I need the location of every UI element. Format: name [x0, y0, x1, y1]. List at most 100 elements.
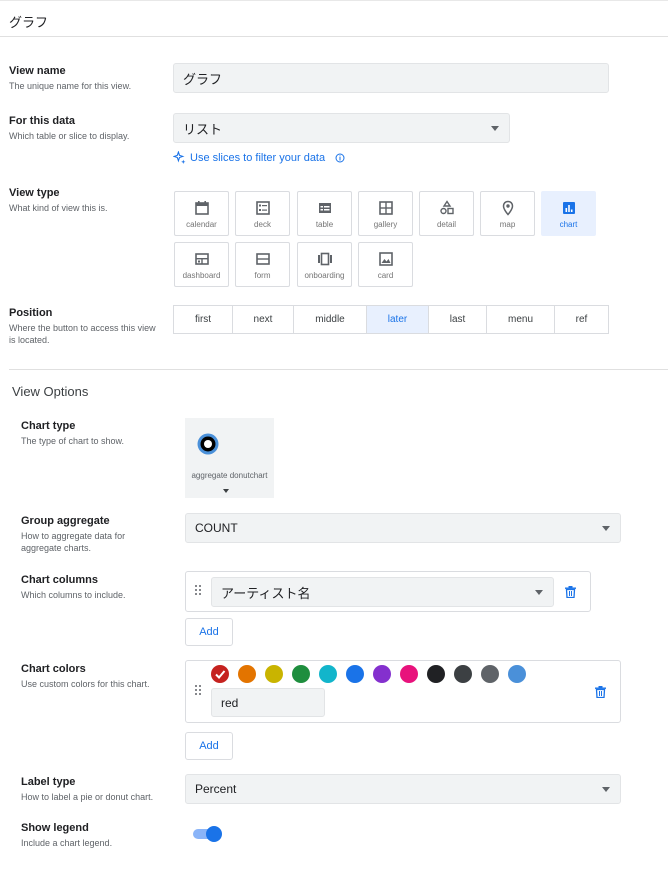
chart-type-label: Chart type	[21, 420, 76, 432]
view-type-deck[interactable]: deck	[235, 191, 290, 236]
chevron-down-icon	[602, 787, 610, 792]
shapes-icon	[440, 200, 454, 215]
chevron-down-icon	[223, 489, 229, 493]
view-type-dashboard[interactable]: dashboard	[174, 242, 229, 287]
group-aggregate-select[interactable]: COUNT	[185, 513, 621, 543]
chart-column-value: アーティスト名	[221, 585, 311, 601]
for-data-value: リスト	[183, 121, 223, 137]
delete-icon[interactable]	[565, 586, 576, 598]
color-swatch[interactable]	[346, 665, 364, 683]
view-type-label: View type	[9, 187, 60, 199]
color-swatch[interactable]	[400, 665, 418, 683]
deck-icon	[256, 201, 270, 215]
image-icon	[379, 252, 393, 266]
for-data-select[interactable]: リスト	[173, 113, 510, 143]
sparkle-icon	[173, 151, 186, 164]
view-type-map[interactable]: map	[480, 191, 535, 236]
section-divider	[9, 369, 668, 370]
table-icon	[319, 203, 331, 213]
view-type-chart[interactable]: chart	[541, 191, 596, 236]
view-type-detail[interactable]: detail	[419, 191, 474, 236]
color-swatch[interactable]	[211, 665, 229, 683]
position-last[interactable]: last	[429, 305, 487, 334]
position-later[interactable]: later	[367, 305, 429, 334]
add-column-button[interactable]: Add	[185, 618, 233, 646]
use-slices-text: Use slices to filter your data	[190, 151, 326, 164]
title-bar: グラフ	[0, 0, 668, 37]
calendar-icon	[195, 201, 209, 215]
delete-icon[interactable]	[595, 686, 606, 698]
show-legend-toggle[interactable]	[193, 826, 223, 842]
view-type-table[interactable]: table	[297, 191, 352, 236]
position-label: Position	[9, 307, 53, 319]
view-type-card-label: card	[377, 271, 394, 280]
form-icon	[256, 253, 270, 265]
show-legend-desc: Include a chart legend.	[21, 838, 113, 848]
view-type-onboarding[interactable]: onboarding	[297, 242, 352, 287]
color-swatch[interactable]	[373, 665, 391, 683]
drag-handle-icon[interactable]	[195, 585, 203, 595]
chevron-down-icon	[602, 526, 610, 531]
color-swatch[interactable]	[508, 665, 526, 683]
position-menu[interactable]: menu	[487, 305, 555, 334]
group-aggregate-desc: How to aggregate data for aggregate char…	[21, 531, 126, 553]
color-swatch[interactable]	[265, 665, 283, 683]
color-swatch[interactable]	[454, 665, 472, 683]
drag-handle-icon[interactable]	[195, 685, 203, 695]
view-type-card[interactable]: card	[358, 242, 413, 287]
chevron-down-icon	[491, 126, 499, 131]
view-type-calendar[interactable]: calendar	[174, 191, 229, 236]
map-pin-icon	[502, 200, 514, 216]
color-swatch[interactable]	[319, 665, 337, 683]
view-type-form[interactable]: form	[235, 242, 290, 287]
chart-type-picker[interactable]: aggregate donutchart	[185, 418, 274, 498]
view-type-map-label: map	[499, 220, 516, 229]
view-type-gallery-label: gallery	[373, 220, 398, 229]
carousel-icon	[318, 252, 332, 266]
color-swatch[interactable]	[238, 665, 256, 683]
view-type-calendar-label: calendar	[186, 220, 217, 229]
position-ref[interactable]: ref	[555, 305, 609, 334]
view-name-desc: The unique name for this view.	[9, 81, 132, 91]
info-icon	[335, 153, 345, 162]
color-swatch[interactable]	[427, 665, 445, 683]
group-aggregate-value: COUNT	[195, 521, 238, 535]
for-data-label: For this data	[9, 115, 76, 127]
position-desc: Where the button to access this view is …	[9, 323, 156, 345]
label-type-label: Label type	[21, 776, 76, 788]
label-type-desc: How to label a pie or donut chart.	[21, 792, 154, 802]
bar-chart-icon	[563, 202, 575, 214]
donut-chart-icon	[197, 433, 219, 455]
view-name-label: View name	[9, 65, 66, 77]
position-middle[interactable]: middle	[294, 305, 367, 334]
chart-color-input[interactable]: red	[211, 688, 325, 717]
chart-type-value: aggregate donutchart	[191, 471, 268, 480]
chart-colors-label: Chart colors	[21, 663, 86, 675]
color-swatch[interactable]	[481, 665, 499, 683]
gallery-icon	[379, 201, 393, 215]
add-color-button[interactable]: Add	[185, 732, 233, 760]
use-slices-link[interactable]: Use slices to filter your data	[173, 151, 345, 164]
view-type-desc: What kind of view this is.	[9, 203, 108, 213]
view-type-onboarding-label: onboarding	[304, 271, 345, 280]
label-type-select[interactable]: Percent	[185, 774, 621, 804]
label-type-value: Percent	[195, 782, 237, 796]
view-options-heading: View Options	[12, 384, 89, 399]
toggle-knob	[206, 826, 222, 842]
view-type-gallery[interactable]: gallery	[358, 191, 413, 236]
chart-columns-label: Chart columns	[21, 574, 99, 586]
position-first[interactable]: first	[173, 305, 233, 334]
for-data-desc: Which table or slice to display.	[9, 131, 130, 141]
dashboard-icon	[195, 253, 209, 265]
view-type-table-label: table	[315, 220, 334, 229]
chart-type-desc: The type of chart to show.	[21, 436, 125, 446]
chevron-down-icon	[535, 590, 543, 595]
checkmark-icon	[215, 670, 226, 679]
view-name-input[interactable]: グラフ	[173, 63, 609, 93]
chart-column-select[interactable]: アーティスト名	[211, 577, 554, 607]
chart-colors-desc: Use custom colors for this chart.	[21, 679, 150, 689]
color-swatch[interactable]	[292, 665, 310, 683]
view-name-value: グラフ	[183, 71, 223, 87]
view-type-dashboard-label: dashboard	[182, 271, 221, 280]
position-next[interactable]: next	[233, 305, 294, 334]
